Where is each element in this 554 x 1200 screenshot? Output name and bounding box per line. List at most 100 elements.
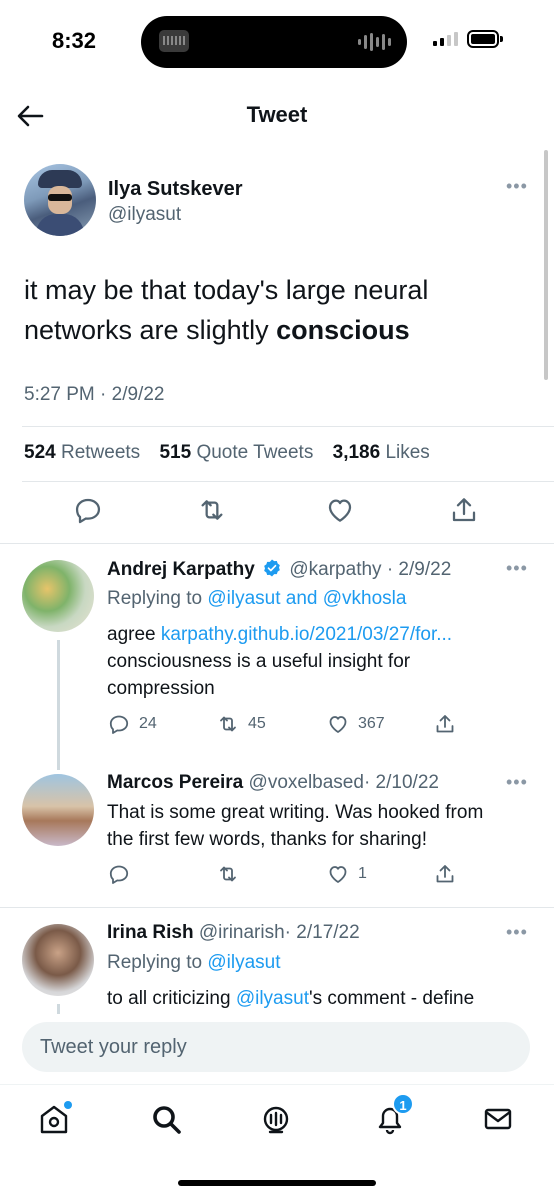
reply-link[interactable]: karpathy.github.io/2021/03/27/for... — [161, 624, 452, 645]
retweet-icon[interactable] — [196, 494, 228, 526]
tweet-text: it may be that today's large neural netw… — [24, 270, 534, 350]
notifications-badge: 1 — [392, 1093, 414, 1115]
tab-spaces[interactable] — [256, 1099, 296, 1139]
reply-text-line: to all criticizing @ilyasut's comment - … — [107, 985, 537, 1012]
dynamic-island[interactable] — [141, 16, 407, 68]
reply-author-name[interactable]: Andrej Karpathy — [107, 559, 255, 580]
share-icon[interactable] — [448, 494, 480, 526]
reply-header: Irina Rish @irinarish· 2/17/22 — [107, 922, 360, 944]
retweet-icon — [220, 866, 236, 882]
reply-button[interactable] — [107, 862, 139, 886]
like-heart-icon — [329, 866, 347, 883]
author-handle[interactable]: @ilyasut — [108, 204, 181, 226]
reply-text-line: compression — [107, 678, 215, 699]
thread-line — [57, 640, 60, 770]
more-options-icon[interactable]: ••• — [506, 558, 528, 579]
reply-tweet[interactable]: Irina Rish @irinarish· 2/17/22 ••• Reply… — [0, 910, 554, 1014]
scrollbar[interactable] — [544, 150, 548, 380]
likes-label: Likes — [385, 442, 430, 463]
tweet-reply-input[interactable] — [22, 1022, 530, 1072]
audio-waveform-icon — [358, 33, 391, 51]
quotes-count: 515 — [159, 442, 192, 463]
like-heart-icon[interactable] — [324, 494, 356, 526]
reply-author-name[interactable]: Marcos Pereira — [107, 772, 243, 793]
status-bar: 8:32 — [0, 0, 554, 84]
spaces-mic-icon — [263, 1106, 289, 1134]
more-options-icon[interactable]: ••• — [506, 922, 528, 943]
likes-stat[interactable]: 3,186 Likes — [333, 442, 430, 463]
share-button[interactable] — [433, 712, 457, 736]
reply-date: · 2/10/22 — [363, 772, 439, 793]
replying-to-prefix: Replying to — [107, 952, 203, 973]
reply-avatar[interactable] — [22, 560, 94, 632]
replying-to-link[interactable]: @ilyasut — [207, 952, 280, 973]
tab-notifications[interactable]: 1 — [370, 1093, 414, 1139]
reply-avatar[interactable] — [22, 774, 94, 846]
more-options-icon[interactable]: ••• — [506, 772, 528, 793]
reply-icon[interactable] — [72, 494, 104, 526]
retweet-button[interactable] — [216, 862, 248, 886]
reply-icon — [109, 715, 129, 734]
like-button[interactable]: 1 — [326, 862, 367, 886]
more-options-icon[interactable]: ••• — [506, 176, 528, 197]
reply-avatar[interactable] — [22, 924, 94, 996]
reply-author-handle[interactable]: @irinarish — [199, 922, 285, 943]
tweet-timestamp[interactable]: 5:27 PM · 2/9/22 — [24, 384, 164, 406]
reply-author-name[interactable]: Irina Rish — [107, 922, 194, 943]
reply-header: Andrej Karpathy @karpathy · 2/9/22 — [107, 558, 451, 581]
likes-count: 3,186 — [332, 442, 381, 463]
reply-count: 24 — [139, 715, 157, 732]
replying-to-link[interactable]: @ilyasut and @vkhosla — [207, 588, 406, 609]
quotes-label: Quote Tweets — [196, 442, 314, 463]
page-title: Tweet — [246, 102, 308, 127]
retweet-button[interactable]: 45 — [216, 712, 266, 736]
retweet-count: 45 — [248, 715, 266, 732]
share-button[interactable] — [433, 862, 457, 886]
quote-tweets-stat[interactable]: 515 Quote Tweets — [159, 442, 313, 463]
like-button[interactable]: 367 — [326, 712, 385, 736]
divider — [0, 907, 554, 908]
tab-home[interactable] — [34, 1099, 74, 1139]
reply-tweet[interactable]: Marcos Pereira @voxelbased· 2/10/22 ••• … — [0, 764, 554, 908]
reply-text-line: That is some great writing. Was hooked f… — [107, 802, 484, 823]
divider — [22, 426, 554, 427]
reply-text: to all criticizing — [107, 988, 231, 1009]
reply-composer[interactable] — [22, 1022, 530, 1072]
share-icon — [436, 865, 454, 883]
retweets-label: Retweets — [60, 442, 141, 463]
reply-text-line: the first few words, thanks for sharing! — [107, 829, 427, 850]
cellular-signal-icon — [433, 32, 458, 46]
replying-to-line: Replying to @ilyasut — [107, 949, 537, 976]
tweet-stats: 524 Retweets 515 Quote Tweets 3,186 Like… — [24, 442, 430, 464]
reply-actions: 24 45 367 — [0, 712, 554, 742]
reply-text: agree — [107, 624, 156, 645]
home-unread-dot — [64, 1101, 72, 1109]
reply-text-line: consciousness is a useful insight for — [107, 651, 411, 672]
reply-date: · 2/17/22 — [284, 922, 360, 943]
bottom-tab-bar: 1 — [0, 1084, 554, 1154]
status-time: 8:32 — [52, 28, 97, 53]
reply-text-line: agree karpathy.github.io/2021/03/27/for.… — [107, 621, 537, 648]
reply-button[interactable]: 24 — [107, 712, 157, 736]
like-count: 367 — [358, 715, 385, 732]
home-indicator[interactable] — [178, 1180, 376, 1186]
reply-date: · 2/9/22 — [386, 559, 452, 580]
reply-text-suffix: 's comment - define — [308, 988, 475, 1009]
header: Tweet — [0, 88, 554, 144]
retweets-count: 524 — [24, 442, 56, 463]
reply-author-handle[interactable]: @voxelbased — [249, 772, 364, 793]
reply-header: Marcos Pereira @voxelbased· 2/10/22 — [107, 772, 439, 794]
retweets-stat[interactable]: 524 Retweets — [24, 442, 140, 463]
like-heart-icon — [329, 716, 347, 733]
author-name[interactable]: Ilya Sutskever — [108, 178, 243, 201]
divider — [22, 481, 554, 482]
search-icon — [153, 1106, 181, 1134]
reply-author-handle[interactable]: @karpathy — [289, 559, 381, 580]
reply-mention-link[interactable]: @ilyasut — [236, 988, 309, 1009]
verified-badge-icon — [264, 559, 280, 577]
reply-tweet[interactable]: Andrej Karpathy @karpathy · 2/9/22 ••• R… — [0, 544, 554, 770]
reply-icon — [109, 865, 129, 884]
author-avatar[interactable] — [24, 164, 96, 236]
tab-messages[interactable] — [478, 1099, 518, 1139]
tab-search[interactable] — [146, 1099, 186, 1139]
